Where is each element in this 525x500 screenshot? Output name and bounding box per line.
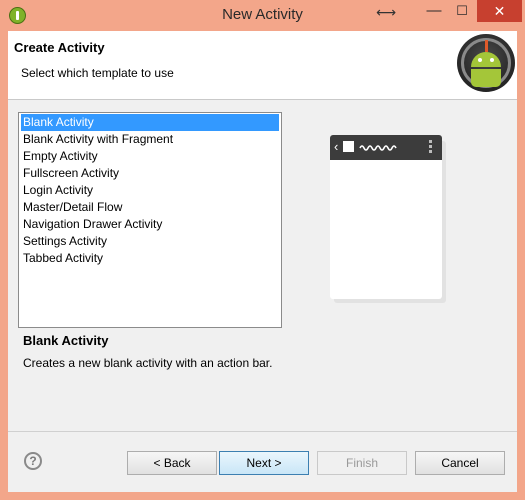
preview-phone-screen: ‹ (330, 135, 442, 299)
template-list-item[interactable]: Blank Activity (21, 114, 279, 131)
preview-app-icon (343, 141, 354, 152)
template-list-item[interactable]: Fullscreen Activity (21, 165, 279, 182)
resize-arrows-icon: ⟷ (376, 4, 397, 20)
title-bar[interactable]: New Activity ⟷ — ☐ ✕ (0, 0, 525, 31)
maximize-button[interactable]: ☐ (449, 0, 475, 22)
title-squiggle-icon (359, 145, 397, 151)
droid-body (471, 69, 501, 87)
page-title: Create Activity (14, 40, 105, 55)
template-list[interactable]: Blank Activity Blank Activity with Fragme… (18, 112, 282, 328)
preview-action-bar: ‹ (330, 135, 442, 160)
finish-button[interactable]: Finish (317, 451, 407, 475)
template-list-item[interactable]: Navigation Drawer Activity (21, 216, 279, 233)
template-list-item[interactable]: Settings Activity (21, 233, 279, 250)
logo-needle (485, 40, 488, 52)
next-button[interactable]: Next > (219, 451, 309, 475)
minimize-button[interactable]: — (421, 0, 447, 22)
android-logo-icon (457, 34, 515, 92)
overflow-menu-icon (429, 140, 432, 155)
back-button[interactable]: < Back (127, 451, 217, 475)
close-button[interactable]: ✕ (477, 0, 522, 22)
wizard-header: Create Activity Select which template to… (8, 31, 517, 100)
cancel-button[interactable]: Cancel (415, 451, 505, 475)
droid-eye-right (490, 58, 494, 62)
template-description-text: Creates a new blank activity with an act… (23, 356, 273, 370)
footer-separator (8, 431, 517, 432)
template-list-item[interactable]: Blank Activity with Fragment (21, 131, 279, 148)
template-list-item[interactable]: Empty Activity (21, 148, 279, 165)
droid-eye-left (478, 58, 482, 62)
template-list-item[interactable]: Master/Detail Flow (21, 199, 279, 216)
up-chevron-icon: ‹ (334, 139, 339, 154)
dialog-client-area: Create Activity Select which template to… (8, 31, 517, 492)
template-list-item[interactable]: Tabbed Activity (21, 250, 279, 267)
page-subtitle: Select which template to use (21, 66, 174, 80)
new-activity-window: New Activity ⟷ — ☐ ✕ Create Activity Sel… (0, 0, 525, 500)
template-preview: ‹ (330, 135, 446, 303)
template-list-item[interactable]: Login Activity (21, 182, 279, 199)
template-description-title: Blank Activity (23, 333, 109, 348)
help-icon[interactable]: ? (24, 452, 42, 470)
